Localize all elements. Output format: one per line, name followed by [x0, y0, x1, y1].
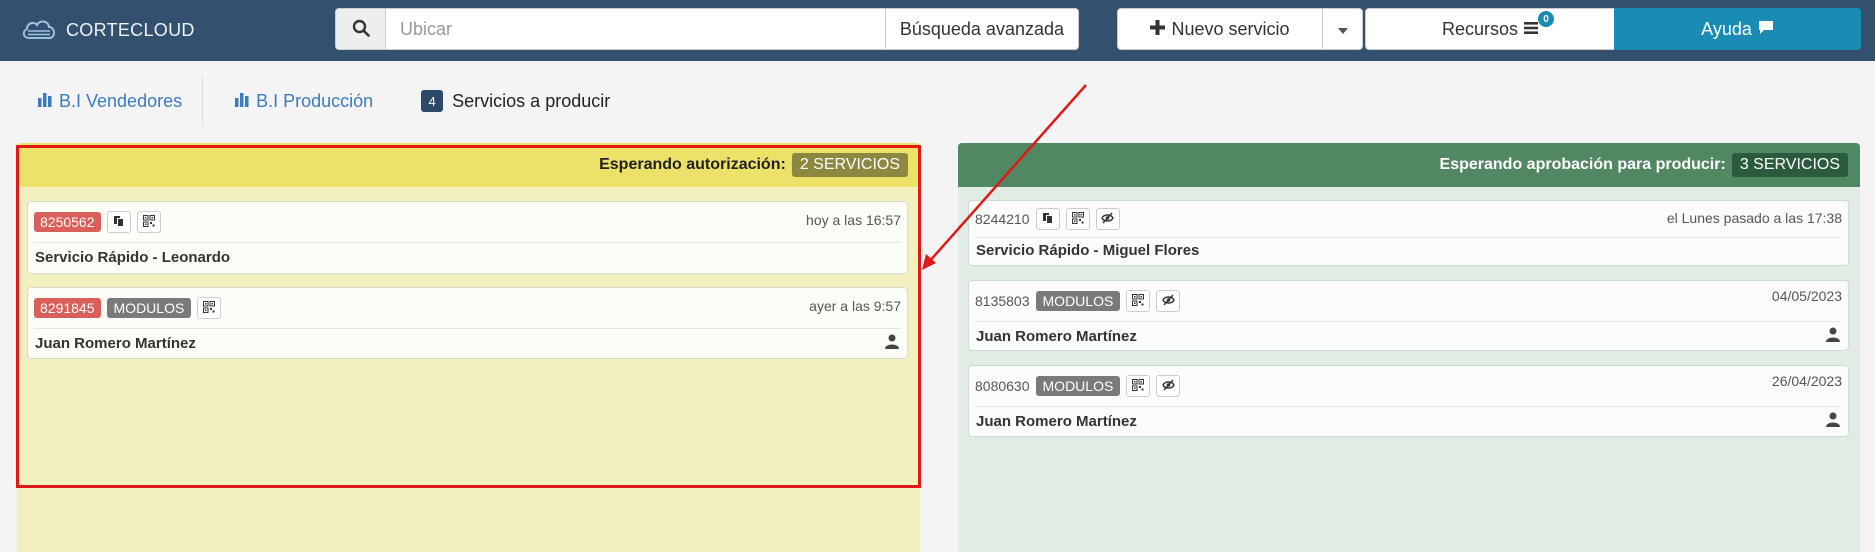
card-meta: 8244210 [975, 208, 1120, 230]
tab-bi-produccion[interactable]: B.I Producción [215, 76, 393, 126]
service-card[interactable]: 8135803 MODULOS 04/05/2023 Juan Romero M… [968, 280, 1849, 351]
new-service-dropdown-toggle[interactable] [1322, 9, 1362, 49]
column-esperando-aprobacion: Esperando aprobación para producir: 3 SE… [958, 143, 1860, 552]
service-id[interactable]: 8135803 [975, 293, 1030, 309]
client-name: Juan Romero Martínez [976, 413, 1137, 430]
comment-icon [1758, 19, 1774, 40]
plus-icon [1150, 19, 1166, 40]
hide-button[interactable] [1095, 208, 1120, 230]
resources-count-badge: 0 [1538, 11, 1554, 27]
qr-button[interactable] [1065, 208, 1090, 230]
search-bar: Búsqueda avanzada [335, 8, 1079, 50]
service-id[interactable]: 8080630 [975, 378, 1030, 394]
resources-button[interactable]: Recursos 0 [1365, 8, 1615, 50]
caret-down-icon [1337, 21, 1348, 37]
bar-chart-icon [38, 91, 54, 112]
copy-button[interactable] [1035, 208, 1060, 230]
new-service-label: Nuevo servicio [1171, 18, 1290, 39]
tab-count-badge: 4 [421, 90, 444, 112]
help-label: Ayuda [1701, 18, 1752, 39]
qr-code-icon [1132, 293, 1145, 309]
client-name: Juan Romero Martínez [976, 328, 1137, 345]
column-count-badge: 3 SERVICIOS [1731, 153, 1848, 177]
tab-bi-vendedores[interactable]: B.I Vendedores [18, 76, 204, 126]
service-card[interactable]: 8244210 el Lunes pasado a las 17:38 Serv… [968, 200, 1849, 266]
qr-code-icon [1071, 211, 1084, 227]
card-meta: 8135803 MODULOS [975, 290, 1181, 312]
top-navbar: CORTECLOUD Búsqueda avanzada Nuevo servi… [0, 0, 1875, 61]
tab-label: B.I Vendedores [59, 90, 183, 111]
card-timestamp: el Lunes pasado a las 17:38 [1666, 210, 1842, 226]
modulos-tag: MODULOS [1035, 376, 1121, 396]
tab-servicios-a-producir[interactable]: 4 Servicios a producir [401, 76, 630, 126]
column-header: Esperando aprobación para producir: 3 SE… [958, 143, 1860, 187]
search-icon [352, 19, 370, 40]
card-divider [975, 406, 1842, 407]
card-divider [975, 321, 1842, 322]
tab-label: Servicios a producir [452, 90, 611, 111]
user-icon [1826, 327, 1840, 345]
client-name: Servicio Rápido - Miguel Flores [976, 242, 1200, 259]
annotation-highlight-box [16, 145, 921, 488]
search-button[interactable] [336, 9, 386, 49]
card-divider [975, 237, 1842, 238]
help-button[interactable]: Ayuda [1614, 8, 1861, 50]
bar-chart-icon [235, 91, 251, 112]
list-icon [1524, 19, 1539, 40]
brand-name: CORTECLOUD [66, 20, 195, 40]
card-timestamp: 26/04/2023 [1771, 373, 1842, 389]
eye-slash-icon [1162, 378, 1175, 394]
qr-code-icon [1132, 378, 1145, 394]
copy-icon [1042, 211, 1054, 227]
brand-logo[interactable]: CORTECLOUD [20, 17, 195, 44]
column-title: Esperando aprobación para producir: [1439, 156, 1726, 173]
view-tabs: B.I Vendedores B.I Producción 4 Servicio… [18, 76, 630, 126]
card-timestamp: 04/05/2023 [1771, 288, 1842, 304]
new-service-group: Nuevo servicio [1117, 8, 1363, 50]
eye-slash-icon [1162, 293, 1175, 309]
qr-button[interactable] [1126, 290, 1151, 312]
service-id[interactable]: 8244210 [975, 211, 1030, 227]
resources-label: Recursos [1441, 18, 1519, 39]
modulos-tag: MODULOS [1035, 291, 1121, 311]
new-service-button[interactable]: Nuevo servicio [1118, 9, 1322, 49]
user-icon [1826, 412, 1840, 430]
advanced-search-button[interactable]: Búsqueda avanzada [884, 9, 1078, 49]
qr-button[interactable] [1126, 375, 1151, 397]
tab-label: B.I Producción [256, 90, 374, 111]
hide-button[interactable] [1156, 290, 1181, 312]
search-input[interactable] [386, 9, 885, 49]
service-card[interactable]: 8080630 MODULOS 26/04/2023 Juan Romero M… [968, 365, 1849, 437]
cloud-icon [20, 17, 58, 44]
card-meta: 8080630 MODULOS [975, 375, 1181, 397]
hide-button[interactable] [1156, 375, 1181, 397]
eye-slash-icon [1101, 211, 1114, 227]
